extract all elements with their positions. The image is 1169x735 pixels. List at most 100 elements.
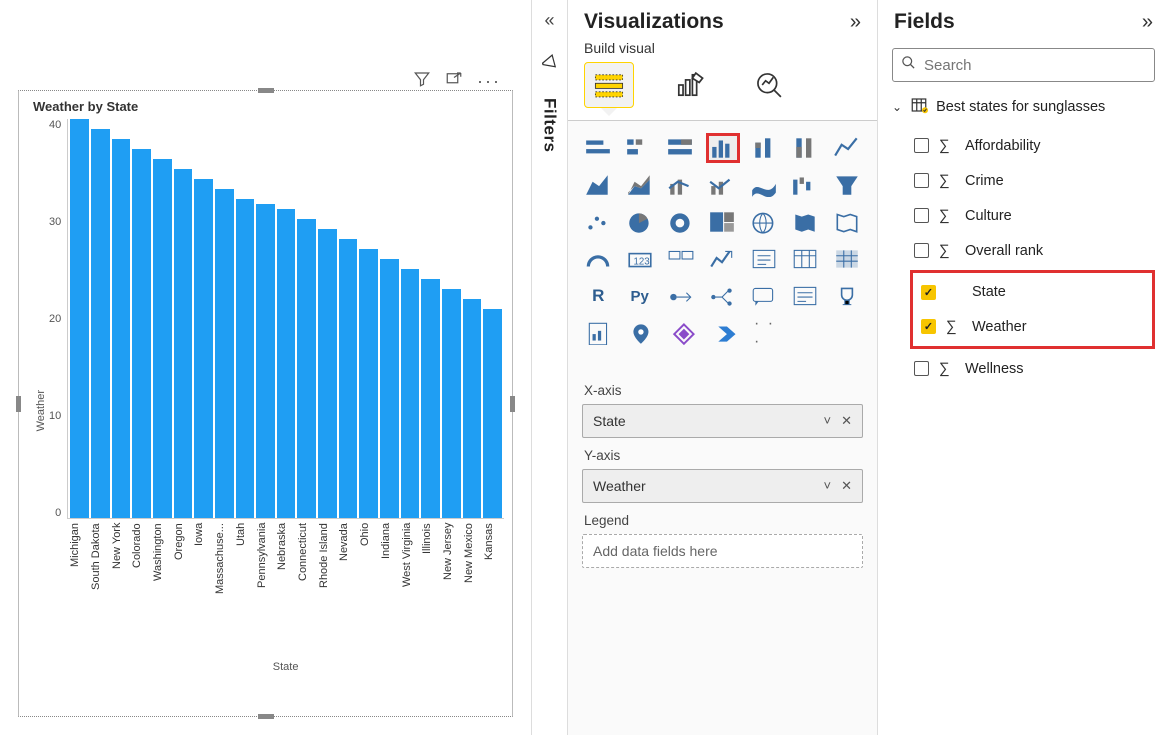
viz-type-line-stacked-col[interactable] — [665, 170, 697, 200]
bar[interactable] — [318, 229, 337, 518]
viz-type-powerautomate[interactable] — [711, 318, 745, 348]
bar[interactable] — [359, 249, 378, 518]
bar[interactable] — [174, 169, 193, 518]
format-visual-tab[interactable] — [664, 62, 714, 108]
viz-type-stacked-column-100[interactable] — [790, 133, 822, 163]
field-overall-rank[interactable]: ∑Overall rank — [906, 233, 1159, 268]
viz-type-qa[interactable] — [748, 281, 780, 311]
viz-type-narrative[interactable] — [789, 281, 821, 311]
bar[interactable] — [215, 189, 234, 518]
collapse-fields-pane-icon[interactable]: » — [1142, 11, 1153, 34]
viz-type-stacked-bar-100[interactable] — [664, 133, 696, 163]
viz-type-funnel[interactable] — [831, 170, 863, 200]
legend-well[interactable]: Add data fields here — [582, 534, 863, 568]
viz-type-kpi[interactable] — [706, 244, 738, 274]
bar[interactable] — [91, 129, 110, 518]
viz-type-scatter[interactable] — [582, 207, 614, 237]
report-canvas[interactable]: ··· Weather by State Weather 403020100 M… — [0, 0, 531, 735]
resize-handle-bottom[interactable] — [258, 714, 274, 719]
remove-field-icon[interactable]: ✕ — [841, 413, 852, 429]
yaxis-well[interactable]: Weather ˅✕ — [582, 469, 863, 503]
viz-type-arcgis[interactable] — [625, 318, 659, 348]
viz-type-decomposition[interactable] — [706, 281, 738, 311]
bar[interactable] — [112, 139, 131, 518]
chevron-down-icon[interactable]: ˅ — [824, 478, 832, 494]
viz-type-azure-map[interactable] — [831, 207, 863, 237]
resize-handle-right[interactable] — [510, 396, 515, 412]
viz-type-waterfall[interactable] — [789, 170, 821, 200]
field-state[interactable]: State — [913, 275, 1152, 309]
bar[interactable] — [132, 149, 151, 518]
viz-type-clustered-bar-h[interactable] — [623, 133, 655, 163]
viz-type-stacked-bar-h[interactable] — [582, 133, 614, 163]
viz-type-pie[interactable] — [623, 207, 655, 237]
bar[interactable] — [277, 209, 296, 518]
checkbox[interactable] — [914, 243, 929, 258]
viz-type-slicer[interactable] — [748, 244, 780, 274]
viz-type-goals[interactable] — [831, 281, 863, 311]
bar[interactable] — [194, 179, 213, 518]
analytics-tab[interactable] — [744, 62, 794, 108]
visual-container[interactable]: Weather by State Weather 403020100 Michi… — [18, 90, 513, 717]
viz-type-gauge[interactable] — [582, 244, 614, 274]
viz-type-map[interactable] — [748, 207, 780, 237]
bar[interactable] — [70, 119, 89, 518]
viz-type-multi-card[interactable] — [665, 244, 697, 274]
checkbox[interactable] — [921, 319, 936, 334]
viz-type-stacked-column[interactable] — [749, 133, 781, 163]
chevron-down-icon[interactable]: ˅ — [824, 413, 832, 429]
bar[interactable] — [153, 159, 172, 518]
field-wellness[interactable]: ∑Wellness — [906, 351, 1159, 386]
field-crime[interactable]: ∑Crime — [906, 163, 1159, 198]
field-weather[interactable]: ∑Weather — [913, 309, 1152, 344]
resize-handle-left[interactable] — [16, 396, 21, 412]
checkbox[interactable] — [921, 285, 936, 300]
expand-filters-icon[interactable]: « — [544, 10, 554, 31]
bar[interactable] — [442, 289, 461, 518]
viz-type-stacked-area[interactable] — [623, 170, 655, 200]
bar[interactable] — [297, 219, 316, 518]
bar[interactable] — [483, 309, 502, 518]
viz-type-r-visual[interactable]: R — [582, 281, 614, 311]
chevron-down-icon[interactable]: ⌄ — [892, 100, 902, 114]
viz-type-area[interactable] — [582, 170, 614, 200]
bar[interactable] — [256, 204, 275, 518]
build-visual-tab[interactable] — [584, 62, 634, 108]
viz-type-matrix[interactable] — [831, 244, 863, 274]
viz-type-ribbon[interactable] — [748, 170, 780, 200]
checkbox[interactable] — [914, 138, 929, 153]
table-header[interactable]: ⌄ Best states for sunglasses — [878, 90, 1169, 124]
viz-type-clustered-column[interactable] — [706, 133, 740, 163]
viz-type-py-visual[interactable]: Py — [623, 281, 655, 311]
bar[interactable] — [401, 269, 420, 518]
viz-type-line[interactable] — [831, 133, 863, 163]
viz-type-paginated[interactable] — [582, 318, 616, 348]
viz-type-key-influencers[interactable] — [665, 281, 697, 311]
bar[interactable] — [380, 259, 399, 518]
bar[interactable] — [339, 239, 358, 518]
xaxis-well[interactable]: State ˅✕ — [582, 404, 863, 438]
viz-type-powerapps[interactable] — [668, 318, 702, 348]
more-icon[interactable]: ··· — [477, 71, 501, 92]
viz-type-card[interactable]: 123 — [623, 244, 655, 274]
more-visuals-icon[interactable]: · · · — [754, 318, 788, 348]
resize-handle-top[interactable] — [258, 88, 274, 93]
viz-type-line-clustered-col[interactable] — [706, 170, 738, 200]
search-box[interactable] — [892, 48, 1155, 82]
bar[interactable] — [421, 279, 440, 518]
checkbox[interactable] — [914, 208, 929, 223]
viz-type-filled-map[interactable] — [789, 207, 821, 237]
checkbox[interactable] — [914, 173, 929, 188]
bar[interactable] — [463, 299, 482, 518]
field-affordability[interactable]: ∑Affordability — [906, 128, 1159, 163]
filters-pane-collapsed[interactable]: « Filters — [531, 0, 567, 735]
bar[interactable] — [236, 199, 255, 518]
viz-type-treemap[interactable] — [706, 207, 738, 237]
field-culture[interactable]: ∑Culture — [906, 198, 1159, 233]
viz-type-table[interactable] — [789, 244, 821, 274]
collapse-viz-pane-icon[interactable]: » — [850, 11, 861, 34]
checkbox[interactable] — [914, 361, 929, 376]
remove-field-icon[interactable]: ✕ — [841, 478, 852, 494]
viz-type-donut[interactable] — [665, 207, 697, 237]
search-input[interactable] — [924, 57, 1146, 74]
